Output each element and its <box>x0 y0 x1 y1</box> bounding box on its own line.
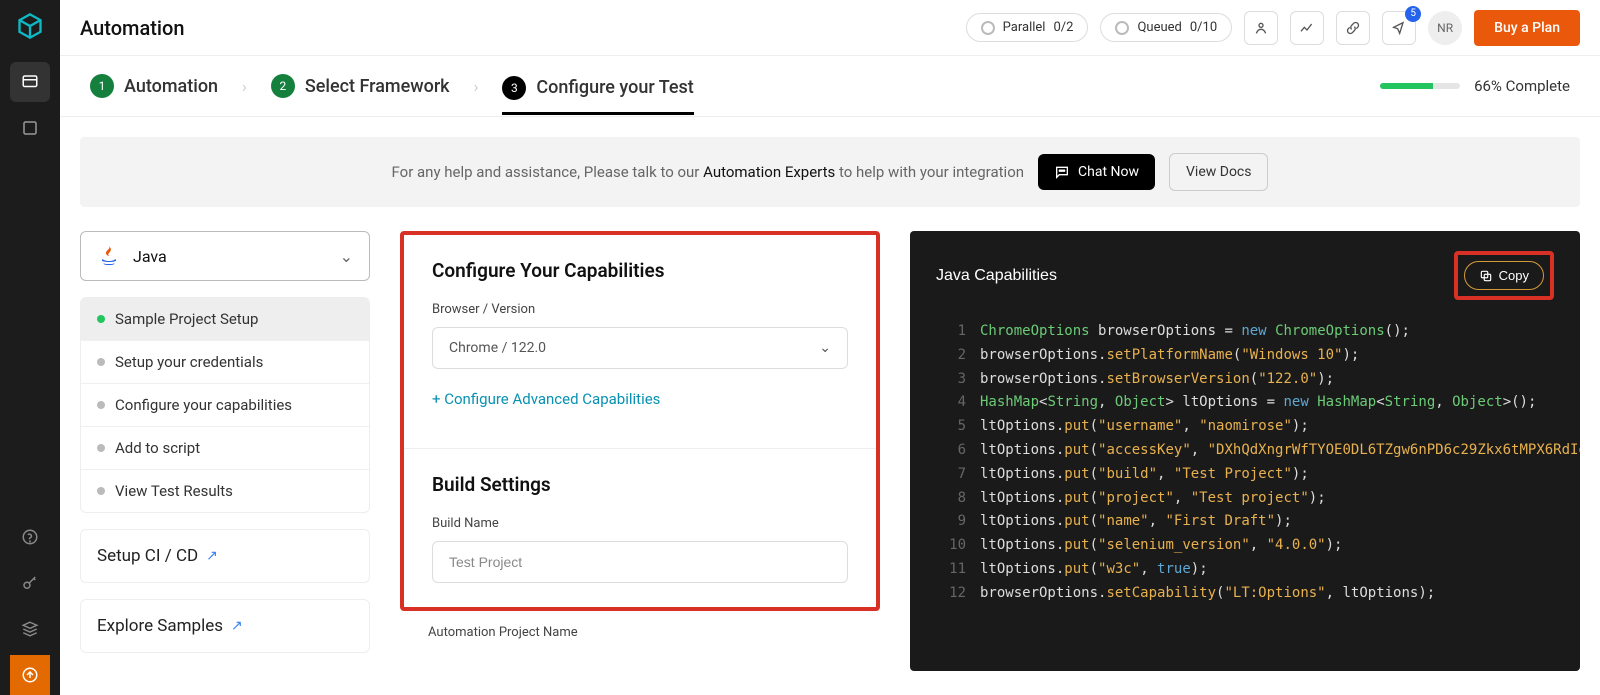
capabilities-title: Configure Your Capabilities <box>432 259 848 282</box>
parallel-pill[interactable]: Parallel 0/2 <box>966 13 1089 42</box>
integrations-icon[interactable] <box>1336 11 1370 45</box>
side-item-sample-project[interactable]: Sample Project Setup <box>81 298 369 341</box>
parallel-count: 0/2 <box>1053 20 1073 35</box>
side-item-capabilities[interactable]: Configure your capabilities <box>81 384 369 427</box>
copy-button[interactable]: Copy <box>1464 261 1544 290</box>
setup-steps-list: Sample Project Setup Setup your credenti… <box>80 297 370 513</box>
step-configure[interactable]: 3 Configure your Test <box>502 76 693 115</box>
queued-pill[interactable]: Queued 0/10 <box>1100 13 1232 42</box>
view-docs-button[interactable]: View Docs <box>1169 153 1268 191</box>
circle-icon <box>981 21 995 35</box>
build-settings-title: Build Settings <box>432 473 848 496</box>
rail-key-icon[interactable] <box>10 563 50 603</box>
chevron-down-icon: ⌄ <box>819 340 831 356</box>
code-title: Java Capabilities <box>936 267 1057 285</box>
page-title: Automation <box>80 16 185 40</box>
browser-version-label: Browser / Version <box>432 302 848 317</box>
chevron-right-icon: › <box>242 77 247 96</box>
rail-help-icon[interactable] <box>10 517 50 557</box>
setup-ci-cd-link[interactable]: Setup CI / CD↗ <box>80 529 370 583</box>
rail-layout-icon[interactable] <box>10 108 50 148</box>
java-icon <box>97 244 121 268</box>
external-link-icon: ↗ <box>206 548 218 564</box>
queued-count: 0/10 <box>1190 20 1217 35</box>
side-item-results[interactable]: View Test Results <box>81 470 369 512</box>
parallel-label: Parallel <box>1003 20 1046 35</box>
side-item-credentials[interactable]: Setup your credentials <box>81 341 369 384</box>
side-item-script[interactable]: Add to script <box>81 427 369 470</box>
code-panel: Java Capabilities Copy 1ChromeOptions br… <box>910 231 1580 671</box>
explore-samples-link[interactable]: Explore Samples↗ <box>80 599 370 653</box>
chevron-down-icon: ⌄ <box>340 247 353 266</box>
step-framework[interactable]: 2 Select Framework <box>271 74 450 98</box>
chevron-right-icon: › <box>474 77 479 96</box>
left-rail <box>0 0 60 695</box>
notification-icon[interactable]: 5 <box>1382 11 1416 45</box>
progress-text: 66% Complete <box>1474 77 1570 95</box>
chat-icon <box>1054 164 1070 180</box>
user-avatar[interactable]: NR <box>1428 11 1462 45</box>
project-name-label: Automation Project Name <box>400 625 880 640</box>
copy-icon <box>1479 269 1493 283</box>
chat-now-button[interactable]: Chat Now <box>1038 154 1155 190</box>
advanced-capabilities-link[interactable]: + Configure Advanced Capabilities <box>432 390 660 408</box>
build-name-label: Build Name <box>432 516 848 531</box>
browser-version-select[interactable]: Chrome / 122.0 ⌄ <box>432 327 848 369</box>
notif-badge: 5 <box>1405 6 1421 22</box>
step-automation[interactable]: 1 Automation <box>90 74 218 98</box>
rail-dashboard-icon[interactable] <box>10 62 50 102</box>
progress-bar <box>1380 83 1460 89</box>
brand-logo-icon[interactable] <box>14 10 46 42</box>
rail-upgrade-icon[interactable] <box>10 655 50 695</box>
external-link-icon: ↗ <box>231 618 243 634</box>
topbar: Automation Parallel 0/2 Queued 0/10 <box>60 0 1600 56</box>
help-bar: For any help and assistance, Please talk… <box>80 137 1580 207</box>
build-name-input[interactable] <box>432 541 848 583</box>
analytics-icon[interactable] <box>1290 11 1324 45</box>
language-value: Java <box>133 247 167 266</box>
help-text: For any help and assistance, Please talk… <box>392 163 1025 181</box>
steps-bar: 1 Automation › 2 Select Framework › 3 Co… <box>60 56 1600 117</box>
devices-icon[interactable] <box>1244 11 1278 45</box>
circle-icon <box>1115 21 1129 35</box>
configure-capabilities-card: Configure Your Capabilities Browser / Ve… <box>400 231 880 611</box>
language-select[interactable]: Java ⌄ <box>80 231 370 281</box>
rail-stack-icon[interactable] <box>10 609 50 649</box>
code-body[interactable]: 1ChromeOptions browserOptions = new Chro… <box>936 320 1554 606</box>
buy-plan-button[interactable]: Buy a Plan <box>1474 10 1580 46</box>
queued-label: Queued <box>1137 20 1181 35</box>
